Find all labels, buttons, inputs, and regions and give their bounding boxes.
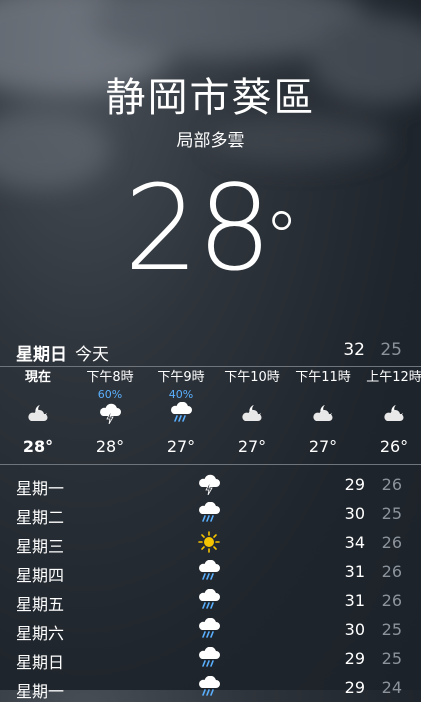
partly-cloudy-night-icon [2,401,74,425]
hourly-item: 下午11時 27° [287,368,359,456]
today-summary: 星期日 今天 32 25 [0,334,421,366]
thunderstorm-icon [74,401,146,425]
today-label: 今天 [75,345,109,365]
daily-forecast[interactable]: 星期一 29 26 星期二 30 25 星期三 34 26 星期四 31 26 … [0,470,421,702]
hour-label: 下午8時 [86,370,134,385]
hour-label: 上午12時 [366,370,421,385]
daily-weekday: 星期六 [16,624,65,643]
precip-chance [287,388,359,401]
rain-icon [145,401,217,425]
precip-chance [358,388,421,401]
hour-temp: 28° [95,437,125,456]
daily-high: 30 [344,504,365,523]
daily-row: 星期一 29 26 [0,470,421,499]
daily-low: 26 [381,591,402,610]
partly-cloudy-night-icon [358,401,421,425]
condition-text: 局部多雲 [176,131,245,151]
daily-high: 29 [344,475,365,494]
degree-symbol: ° [264,197,299,279]
hourly-item: 現在 28° [2,368,74,456]
today-weekday: 星期日 [16,345,67,365]
daily-low: 26 [381,475,402,494]
location-header: 静岡市葵區 局部多雲 [0,70,421,151]
city-name: 静岡市葵區 [105,75,316,121]
sun-icon [196,530,222,554]
daily-low: 25 [381,649,402,668]
daily-high: 31 [344,562,365,581]
hour-label: 下午9時 [157,370,205,385]
rain-icon [196,588,222,612]
daily-row: 星期六 30 25 [0,615,421,644]
daily-high: 30 [344,620,365,639]
daily-low: 25 [381,504,402,523]
precip-chance [2,388,74,401]
hour-temp: 27° [237,437,267,456]
rain-icon [196,675,222,699]
daily-high: 34 [344,533,365,552]
daily-row: 星期二 30 25 [0,499,421,528]
divider-bottom [0,464,421,465]
hourly-item: 上午12時 26° [358,368,421,456]
thunderstorm-icon [196,472,222,496]
precip-chance: 40% [168,388,194,401]
hour-temp: 27° [308,437,338,456]
today-high: 32 [343,340,365,360]
daily-row: 星期四 31 26 [0,557,421,586]
hour-label: 下午11時 [295,370,351,385]
current-temperature-value: 28 [123,159,272,297]
today-low: 25 [380,340,402,360]
current-temperature: 28° [0,158,421,298]
hourly-forecast[interactable]: 現在 28° 下午8時 60% 28° 下午9時 40% 27° 下午10時 2… [0,368,421,464]
hourly-item: 下午8時 60% 28° [74,368,146,456]
hour-temp: 27° [166,437,196,456]
rain-icon [196,501,222,525]
daily-weekday: 星期一 [16,682,65,701]
daily-low: 25 [381,620,402,639]
hourly-item: 下午10時 27° [216,368,288,456]
daily-weekday: 星期一 [16,479,65,498]
daily-weekday: 星期二 [16,508,65,527]
daily-row: 星期一 29 24 [0,673,421,702]
daily-weekday: 星期四 [16,566,65,585]
daily-weekday: 星期三 [16,537,65,556]
daily-low: 24 [381,678,402,697]
hour-temp: 26° [379,437,409,456]
daily-row: 星期三 34 26 [0,528,421,557]
precip-chance [216,388,288,401]
daily-low: 26 [381,562,402,581]
rain-icon [196,617,222,641]
partly-cloudy-night-icon [287,401,359,425]
daily-weekday: 星期五 [16,595,65,614]
precip-chance: 60% [97,388,123,401]
hour-label: 現在 [24,370,51,385]
rain-icon [196,646,222,670]
daily-low: 26 [381,533,402,552]
hourly-item: 下午9時 40% 27° [145,368,217,456]
daily-high: 31 [344,591,365,610]
divider-top [0,366,421,367]
daily-row: 星期五 31 26 [0,586,421,615]
daily-high: 29 [344,649,365,668]
rain-icon [196,559,222,583]
daily-row: 星期日 29 25 [0,644,421,673]
daily-high: 29 [344,678,365,697]
hour-temp: 28° [22,437,54,456]
partly-cloudy-night-icon [216,401,288,425]
daily-weekday: 星期日 [16,653,65,672]
hour-label: 下午10時 [224,370,280,385]
